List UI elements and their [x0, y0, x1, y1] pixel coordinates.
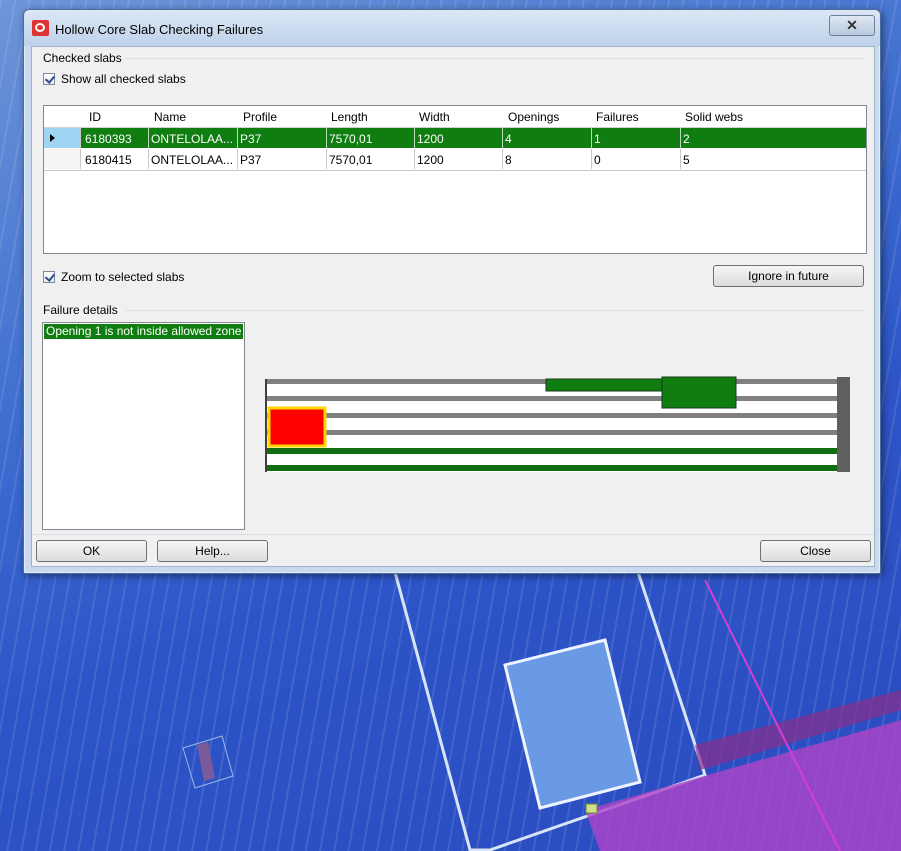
group-divider — [126, 58, 865, 59]
cell-failures[interactable]: 1 — [594, 132, 680, 146]
column-header-failures[interactable]: Failures — [596, 110, 639, 124]
failures-dialog: Hollow Core Slab Checking Failures ✕ Che… — [23, 9, 881, 574]
cell-id[interactable]: 6180393 — [85, 132, 147, 146]
cell-solid-webs[interactable]: 5 — [683, 153, 769, 167]
failure-details-group-label: Failure details — [43, 303, 118, 317]
grid-header: ID Name Profile Length Width Openings Fa… — [44, 106, 866, 128]
row-divider — [44, 170, 866, 171]
cell-id[interactable]: 6180415 — [85, 153, 147, 167]
show-all-label: Show all checked slabs — [61, 72, 186, 86]
dialog-client: Checked slabs Show all checked slabs ID … — [31, 46, 875, 567]
checkbox-checked-icon[interactable] — [43, 73, 55, 85]
cell-length[interactable]: 7570,01 — [329, 153, 415, 167]
cell-profile[interactable]: P37 — [240, 153, 326, 167]
checked-slabs-group-label: Checked slabs — [43, 51, 122, 65]
slab-preview — [265, 376, 850, 472]
column-header-openings[interactable]: Openings — [508, 110, 559, 124]
cell-failures[interactable]: 0 — [594, 153, 680, 167]
row-header[interactable] — [44, 149, 81, 169]
list-item[interactable]: Opening 1 is not inside allowed zone — [44, 324, 243, 339]
close-button[interactable]: Close — [760, 540, 871, 562]
cell-solid-webs[interactable]: 2 — [683, 132, 769, 146]
slabs-grid[interactable]: ID Name Profile Length Width Openings Fa… — [43, 105, 867, 254]
column-header-name[interactable]: Name — [154, 110, 186, 124]
row-header[interactable] — [44, 128, 81, 148]
current-row-arrow-icon — [50, 134, 55, 142]
cell-openings[interactable]: 8 — [505, 153, 591, 167]
app-icon — [32, 20, 49, 36]
footer-divider — [32, 534, 874, 535]
column-header-width[interactable]: Width — [419, 110, 450, 124]
cell-openings[interactable]: 4 — [505, 132, 591, 146]
show-all-checked-slabs-checkbox[interactable]: Show all checked slabs — [43, 72, 186, 86]
cell-name[interactable]: ONTELOLAA... — [151, 132, 237, 146]
cell-name[interactable]: ONTELOLAA... — [151, 153, 237, 167]
ok-button[interactable]: OK — [36, 540, 147, 562]
table-row[interactable]: 6180415 ONTELOLAA... P37 7570,01 1200 8 … — [44, 149, 866, 169]
column-header-solid-webs[interactable]: Solid webs — [685, 110, 743, 124]
checkbox-checked-icon[interactable] — [43, 271, 55, 283]
failure-details-list[interactable]: Opening 1 is not inside allowed zone — [42, 322, 245, 530]
zoom-to-selected-checkbox[interactable]: Zoom to selected slabs — [43, 270, 184, 284]
title-bar[interactable]: Hollow Core Slab Checking Failures ✕ — [24, 10, 880, 46]
zoom-label: Zoom to selected slabs — [61, 270, 185, 284]
group-divider — [126, 310, 865, 311]
ignore-in-future-button[interactable]: Ignore in future — [713, 265, 864, 287]
table-row[interactable]: 6180393 ONTELOLAA... P37 7570,01 1200 4 … — [44, 128, 866, 148]
column-header-profile[interactable]: Profile — [243, 110, 277, 124]
close-window-button[interactable]: ✕ — [829, 15, 875, 36]
window-title: Hollow Core Slab Checking Failures — [55, 22, 264, 37]
column-header-length[interactable]: Length — [331, 110, 368, 124]
column-header-id[interactable]: ID — [89, 110, 101, 124]
cell-length[interactable]: 7570,01 — [329, 132, 415, 146]
cell-width[interactable]: 1200 — [417, 132, 503, 146]
cell-width[interactable]: 1200 — [417, 153, 503, 167]
help-button[interactable]: Help... — [157, 540, 268, 562]
failing-opening[interactable] — [267, 406, 327, 448]
cell-profile[interactable]: P37 — [240, 132, 326, 146]
